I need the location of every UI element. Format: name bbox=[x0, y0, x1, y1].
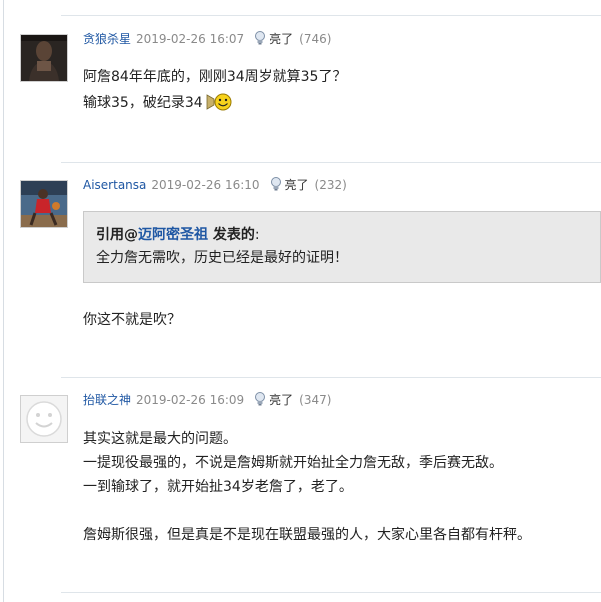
post-meta: Aisertansa 2019-02-26 16:10 亮了 (232) bbox=[83, 177, 347, 195]
light-button[interactable]: 亮了 bbox=[269, 32, 293, 46]
post-separator bbox=[61, 592, 601, 593]
quote-header: 引用@迈阿密圣祖 发表的: bbox=[96, 225, 260, 245]
post-time: 2019-02-26 16:09 bbox=[136, 393, 245, 407]
post-text-line: 你这不就是吹？ bbox=[83, 312, 181, 328]
username-link[interactable]: Aisertansa bbox=[83, 178, 146, 192]
avatar-photo bbox=[21, 181, 67, 227]
default-avatar-face[interactable] bbox=[20, 395, 68, 443]
post-meta: 贪狼杀星 2019-02-26 16:07 亮了 (746) bbox=[83, 31, 331, 49]
light-count: (232) bbox=[314, 178, 347, 192]
light-count: (347) bbox=[299, 393, 332, 407]
user-avatar[interactable] bbox=[20, 180, 68, 228]
post-text-line-with-emoji: 输球35，破纪录34 bbox=[83, 92, 232, 118]
left-border-line bbox=[3, 0, 4, 602]
lightbulb-icon[interactable] bbox=[254, 31, 266, 49]
post-separator bbox=[61, 15, 601, 16]
post-meta: 抬联之神 2019-02-26 16:09 亮了 (347) bbox=[83, 392, 331, 410]
quote-text: 全力詹无需吹，历史已经是最好的证明！ bbox=[96, 250, 348, 266]
quote-block: 引用@迈阿密圣祖 发表的: 全力詹无需吹，历史已经是最好的证明！ bbox=[83, 211, 601, 283]
post-time: 2019-02-26 16:10 bbox=[151, 178, 260, 192]
light-count: (746) bbox=[299, 32, 332, 46]
user-avatar[interactable] bbox=[20, 34, 68, 82]
post-text-line: 阿詹84年年底的，刚刚34周岁就算35了？ bbox=[83, 69, 347, 85]
post-separator bbox=[61, 162, 601, 163]
light-button[interactable]: 亮了 bbox=[285, 178, 309, 192]
username-link[interactable]: 抬联之神 bbox=[83, 393, 131, 407]
smiley-emoji-icon bbox=[206, 93, 232, 118]
quote-prefix: 引用@ bbox=[96, 227, 138, 243]
quote-colon: : bbox=[254, 227, 260, 243]
quote-suffix: 发表的 bbox=[208, 227, 255, 243]
post-text-line: 一到输球了，就开始扯34岁老詹了，老了。 bbox=[83, 479, 353, 495]
avatar-photo bbox=[21, 35, 67, 81]
post-text: 输球35，破纪录34 bbox=[83, 95, 203, 111]
lightbulb-icon[interactable] bbox=[270, 177, 282, 195]
post-separator bbox=[61, 377, 601, 378]
post-time: 2019-02-26 16:07 bbox=[136, 32, 245, 46]
post-text-line: 一提现役最强的，不说是詹姆斯就开始扯全力詹无敌，季后赛无敌。 bbox=[83, 455, 503, 471]
default-avatar-face-icon bbox=[21, 396, 67, 442]
light-button[interactable]: 亮了 bbox=[269, 393, 293, 407]
post-text-line: 其实这就是最大的问题。 bbox=[83, 431, 237, 447]
quoted-username-link[interactable]: 迈阿密圣祖 bbox=[138, 227, 208, 243]
username-link[interactable]: 贪狼杀星 bbox=[83, 32, 131, 46]
lightbulb-icon[interactable] bbox=[254, 392, 266, 410]
post-text-line: 詹姆斯很强，但是真是不是现在联盟最强的人，大家心里各自都有杆秤。 bbox=[83, 527, 531, 543]
